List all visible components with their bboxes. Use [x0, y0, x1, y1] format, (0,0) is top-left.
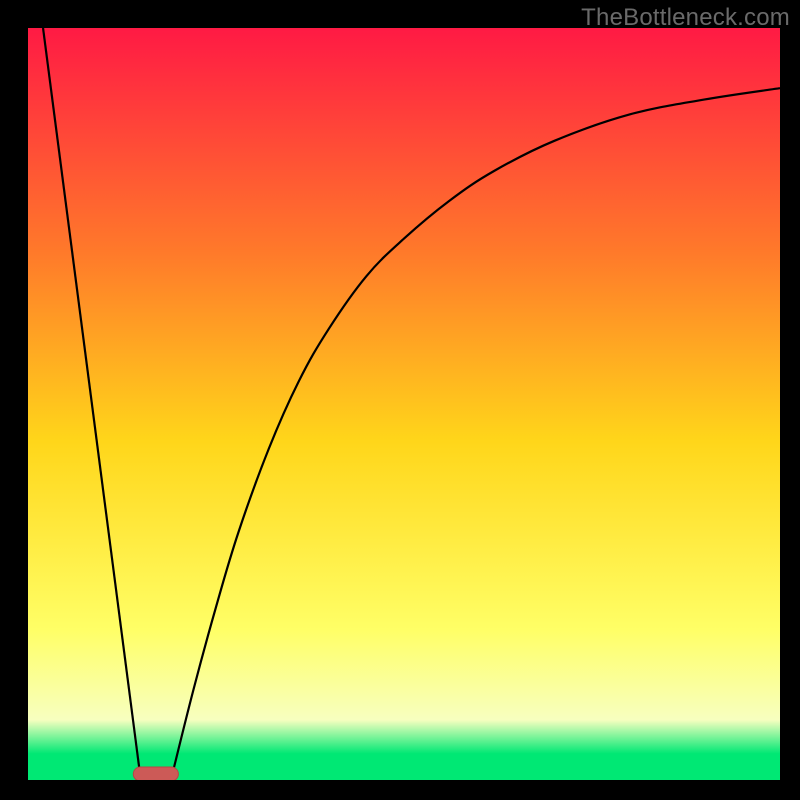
outer-frame: TheBottleneck.com: [0, 0, 800, 800]
minimum-marker: [133, 767, 178, 780]
chart-svg: [28, 28, 780, 780]
chart-plot-area: [28, 28, 780, 780]
watermark-text: TheBottleneck.com: [581, 4, 790, 32]
chart-background-gradient: [28, 28, 780, 780]
